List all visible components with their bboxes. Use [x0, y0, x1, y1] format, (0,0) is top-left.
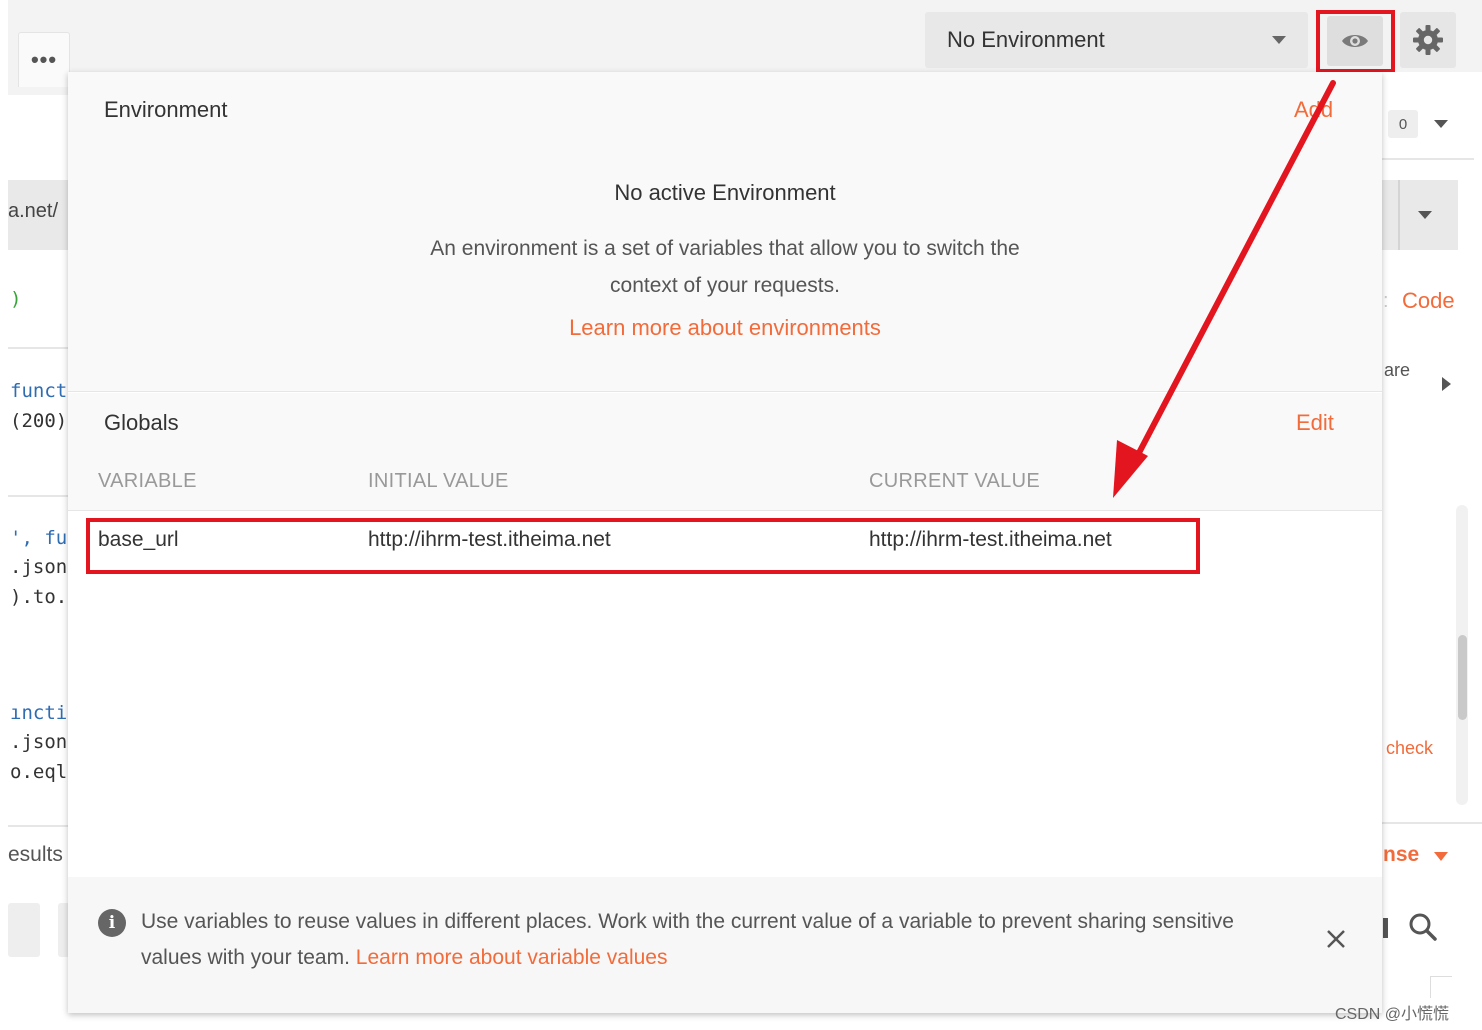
watermark: CSDN @小慌慌	[1335, 1006, 1450, 1023]
annotation-arrow	[1113, 80, 1336, 498]
